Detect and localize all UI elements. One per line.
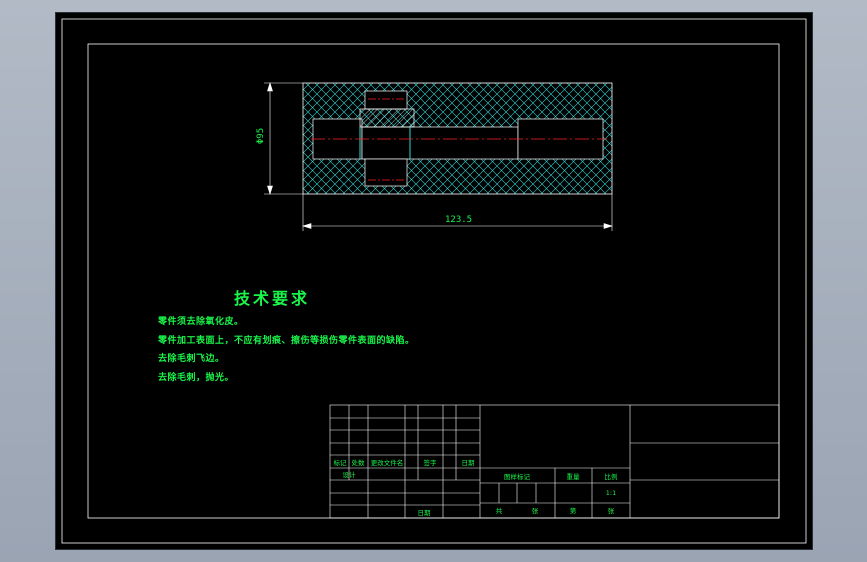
length-dimension-text: 123.5 <box>445 215 473 225</box>
diameter-dimension-text: Φ95 <box>256 127 267 145</box>
tech-requirement-4: 去除毛刺，抛光。 <box>158 373 235 383</box>
sheets-label: 张 <box>531 507 539 515</box>
cad-drawing <box>61 18 807 544</box>
tech-requirement-1: 零件须去除氧化皮。 <box>158 317 244 327</box>
tech-requirement-2: 零件加工表面上，不应有划痕、擦伤等损伤零件表面的缺陷。 <box>158 336 415 346</box>
header-mark: 标记 <box>333 459 347 467</box>
header-signature: 签字 <box>423 459 437 467</box>
drawing-sheet: Φ95 123.5 技术要求 零件须去除氧化皮。 零件加工表面上，不应有划痕、擦… <box>56 13 812 549</box>
part-section-view <box>302 82 613 195</box>
gear-top <box>364 90 408 110</box>
tech-requirement-3: 去除毛刺飞边。 <box>158 354 225 364</box>
header-change-doc: 更改文件名 <box>370 459 404 467</box>
weight-label: 重量 <box>566 473 580 481</box>
stage-label: 图样标记 <box>504 473 530 481</box>
tech-requirements-title: 技术要求 <box>234 289 311 308</box>
page-label: 第 <box>569 507 577 515</box>
page-sheet-label: 张 <box>607 507 615 515</box>
scale-label: 比例 <box>604 473 618 481</box>
design-label: 设计 <box>342 471 356 479</box>
total-sheets-label: 共 <box>495 507 503 515</box>
scale-value: 1:1 <box>605 489 617 497</box>
header-date: 日期 <box>461 459 475 467</box>
date-label: 日期 <box>417 509 431 517</box>
cavity-center <box>361 126 519 160</box>
dimension-length <box>301 194 614 231</box>
gear-hatched <box>359 108 415 128</box>
dimension-diameter <box>264 81 303 196</box>
gear-bottom <box>364 158 408 187</box>
header-count: 处数 <box>351 459 365 467</box>
